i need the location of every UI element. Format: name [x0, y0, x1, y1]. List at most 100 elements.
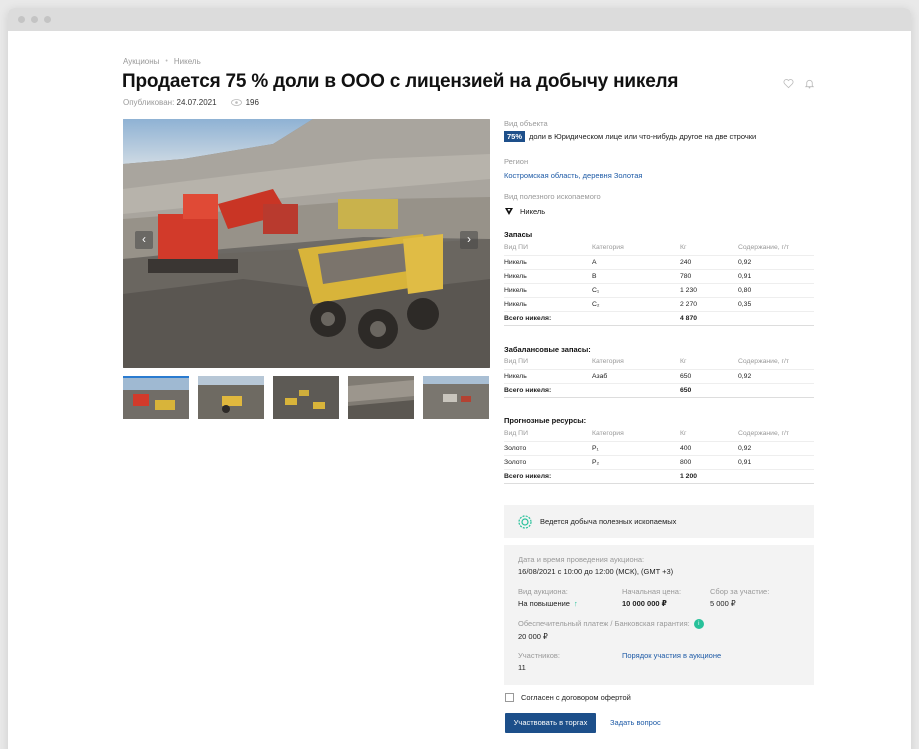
chevron-left-icon[interactable]: ‹ — [135, 231, 153, 249]
breadcrumb: Аукционы • Никель — [123, 57, 201, 66]
table-row: Никель А 240 0,92 — [504, 255, 814, 270]
cell-category: С₁ — [592, 283, 680, 298]
guarantee: Обеспечительный платеж / Банковская гара… — [518, 619, 704, 641]
mineral-label: Вид полезного ископаемого — [504, 192, 601, 201]
thumbnail[interactable] — [198, 376, 264, 419]
thumbnail[interactable] — [423, 376, 489, 419]
participants-label: Участников: — [518, 651, 560, 660]
window-minimize-dot[interactable] — [31, 16, 38, 23]
participate-button[interactable]: Участвовать в торгах — [505, 713, 596, 733]
total-label: Всего никеля: — [504, 311, 680, 326]
col-header-content: Содержание, г/т — [738, 355, 814, 370]
col-header-type: Вид ПИ — [504, 427, 592, 442]
cell-type: Никель — [504, 297, 592, 312]
region-value[interactable]: Костромская область, деревня Золотая — [504, 171, 642, 180]
col-header-category: Категория — [592, 355, 680, 370]
cell-kg: 1 230 — [680, 283, 738, 298]
table-row: Золото P₂ 800 0,91 — [504, 455, 814, 470]
cell-content: 0,92 — [738, 369, 814, 384]
col-header-content: Содержание, г/т — [738, 241, 814, 256]
main-photo — [123, 119, 490, 368]
cell-type: Никель — [504, 269, 592, 284]
mineral-value: Никель — [504, 206, 545, 216]
page-content: Аукционы • Никель Продается 75 % доли в … — [8, 31, 911, 749]
cell-content: 0,92 — [738, 441, 814, 456]
auction-type-value: На повышение — [518, 599, 570, 608]
page-title: Продается 75 % доли в ООО с лицензией на… — [122, 71, 679, 92]
chevron-right-icon[interactable]: › — [460, 231, 478, 249]
views-counter: 196 — [230, 98, 259, 107]
browser-window: Аукционы • Никель Продается 75 % доли в … — [8, 8, 911, 749]
guarantee-label: Обеспечительный платеж / Банковская гара… — [518, 619, 690, 628]
mining-status-box: Ведется добыча полезных ископаемых — [504, 505, 814, 538]
start-price: Начальная цена: 10 000 000 ₽ — [622, 587, 681, 608]
total-value: 4 870 — [680, 311, 738, 326]
col-header-category: Категория — [592, 427, 680, 442]
start-price-label: Начальная цена: — [622, 587, 682, 596]
region-label: Регион — [504, 157, 529, 166]
photo-gallery[interactable]: ‹ › — [123, 119, 490, 368]
reserves-table: Вид ПИ Категория Кг Содержание, г/т Нике… — [504, 241, 814, 326]
total-value: 1 200 — [680, 469, 738, 484]
total-value: 650 — [680, 383, 738, 398]
thumbnail[interactable] — [273, 376, 339, 419]
thumbnail[interactable] — [123, 376, 189, 419]
auction-date-label: Дата и время проведения аукциона: — [518, 555, 645, 564]
col-header-kg: Кг — [680, 241, 738, 256]
auction-type-label: Вид аукциона: — [518, 587, 568, 596]
forecast-title: Прогнозные ресурсы: — [504, 416, 587, 425]
col-header-kg: Кг — [680, 355, 738, 370]
table-row: Никель Азаб 650 0,92 — [504, 369, 814, 384]
agree-label: Согласен с договором офертой — [521, 693, 631, 702]
listing-actions — [783, 76, 815, 89]
cell-type: Золото — [504, 441, 592, 456]
window-titlebar — [8, 8, 911, 31]
window-maximize-dot[interactable] — [44, 16, 51, 23]
auction-date-value: 16/08/2021 с 10:00 до 12:00 (МСК), (GMT … — [518, 567, 674, 576]
object-type-value: 75% доли в Юридическом лице или что-нибуд… — [504, 131, 756, 142]
listing-meta: Опубликован: 24.07.2021 196 — [123, 98, 259, 107]
mineral-name: Никель — [520, 206, 546, 216]
breadcrumb-item-nickel[interactable]: Никель — [174, 57, 201, 66]
cell-content: 0,91 — [738, 269, 814, 284]
total-label: Всего никеля: — [504, 469, 680, 484]
cell-category: P₂ — [592, 455, 680, 470]
total-row: Всего никеля: 650 — [504, 383, 814, 398]
cell-kg: 650 — [680, 369, 738, 384]
cell-content: 0,91 — [738, 455, 814, 470]
agree-checkbox-row[interactable]: Согласен с договором офертой — [505, 693, 631, 702]
table-header: Вид ПИ Категория Кг Содержание, г/т — [504, 355, 814, 370]
cell-content: 0,80 — [738, 283, 814, 298]
thumbnail-strip — [123, 376, 489, 419]
fee-label: Сбор за участие: — [710, 587, 770, 596]
mineral-icon — [505, 208, 513, 215]
breadcrumb-item-auctions[interactable]: Аукционы — [123, 57, 159, 66]
views-count: 196 — [245, 98, 259, 107]
published-label: Опубликован: — [123, 98, 175, 107]
ask-question-link[interactable]: Задать вопрос — [610, 713, 661, 733]
gear-icon — [518, 514, 532, 529]
cell-type: Никель — [504, 255, 592, 270]
thumbnail[interactable] — [348, 376, 414, 419]
cell-kg: 240 — [680, 255, 738, 270]
table-row: Никель В 780 0,91 — [504, 269, 814, 284]
cell-kg: 400 — [680, 441, 738, 456]
reserves-title: Запасы — [504, 230, 533, 239]
cell-kg: 800 — [680, 455, 738, 470]
heart-icon[interactable] — [783, 76, 794, 89]
agree-checkbox[interactable] — [505, 693, 514, 702]
object-type-label: Вид объекта — [504, 119, 548, 128]
table-header: Вид ПИ Категория Кг Содержание, г/т — [504, 241, 814, 256]
cell-category: А — [592, 255, 680, 270]
published-date: 24.07.2021 — [176, 98, 217, 107]
col-header-type: Вид ПИ — [504, 355, 592, 370]
participation-order-link[interactable]: Порядок участия в аукционе — [622, 651, 721, 660]
bell-icon[interactable] — [804, 76, 815, 89]
fee-value: 5 000 ₽ — [710, 599, 736, 608]
share-badge: 75% — [504, 131, 526, 142]
info-icon[interactable]: i — [693, 619, 704, 630]
mining-status-text: Ведется добыча полезных ископаемых — [540, 517, 677, 526]
col-header-content: Содержание, г/т — [738, 427, 814, 442]
cell-content: 0,35 — [738, 297, 814, 312]
window-close-dot[interactable] — [18, 16, 25, 23]
